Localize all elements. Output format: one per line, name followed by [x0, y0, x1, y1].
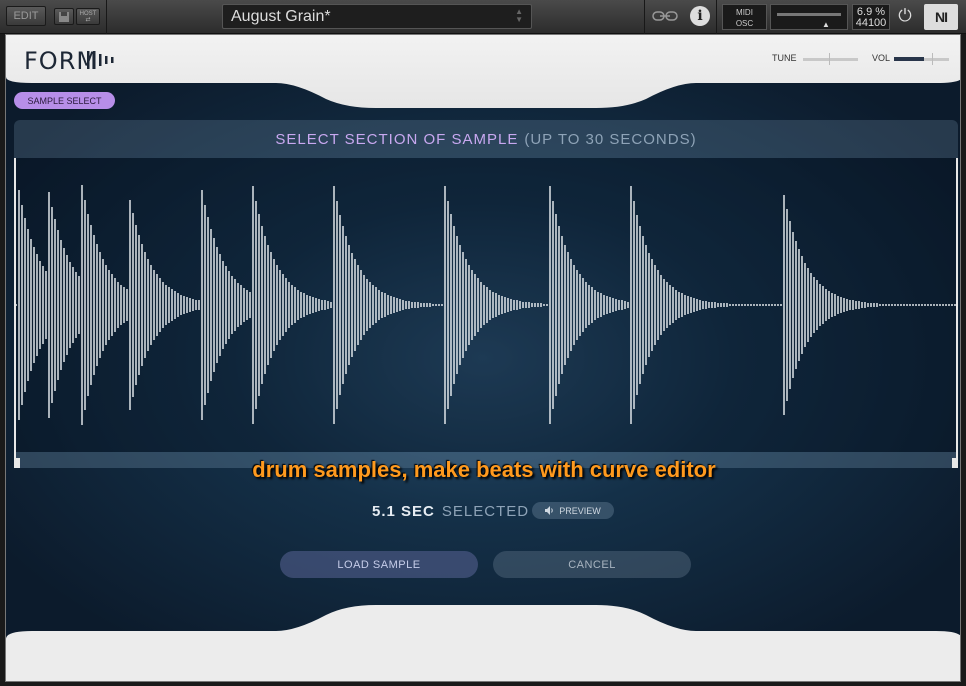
- preset-name: August Grain*: [231, 7, 331, 25]
- selection-end-handle[interactable]: [951, 158, 958, 468]
- load-sample-button[interactable]: LOAD SAMPLE: [280, 551, 478, 578]
- divider: [644, 0, 645, 34]
- waveform-path: [15, 185, 956, 425]
- meter-thumb-icon[interactable]: ▲: [822, 20, 830, 29]
- tune-label: TUNE: [772, 53, 797, 63]
- waveform-display[interactable]: [14, 158, 958, 452]
- preset-stepper-icon[interactable]: ▲ ▼: [515, 8, 523, 24]
- instrument-panel: FORM TUNE VOL SAMPLE SELECT SELECT SECTI…: [5, 34, 961, 682]
- preview-button[interactable]: PREVIEW: [532, 502, 614, 519]
- host-toolbar: EDIT HOST ⇄ August Grain* ▲ ▼ i MIDI OSC …: [0, 0, 966, 34]
- vol-tick: [932, 53, 933, 65]
- sample-select-tab[interactable]: SAMPLE SELECT: [14, 92, 115, 109]
- selection-start-handle[interactable]: [14, 158, 21, 468]
- top-header-panel: [6, 35, 960, 108]
- midi-osc-indicator[interactable]: MIDI OSC: [722, 4, 767, 30]
- divider: [106, 0, 107, 34]
- midi-label: MIDI: [736, 8, 753, 17]
- host-arrows-icon: ⇄: [85, 16, 91, 23]
- info-icon[interactable]: i: [690, 6, 710, 26]
- sample-section-header: SELECT SECTION OF SAMPLE (UP TO 30 SECON…: [14, 120, 958, 158]
- selection-readout: 5.1 SEC SELECTED: [372, 501, 529, 521]
- preset-name-field[interactable]: August Grain* ▲ ▼: [222, 4, 532, 29]
- save-icon: [59, 11, 69, 22]
- selection-text: SELECTED: [441, 502, 530, 520]
- selection-value: 5.1 SEC: [372, 502, 435, 520]
- tune-slider[interactable]: [803, 58, 858, 61]
- brand-bars-icon: [87, 51, 114, 69]
- link-icon[interactable]: [652, 9, 678, 23]
- osc-label: OSC: [735, 19, 754, 28]
- output-meter[interactable]: ▲: [770, 4, 848, 30]
- vol-slider-fill[interactable]: [894, 57, 924, 61]
- header-highlight: SELECT SECTION OF SAMPLE: [275, 130, 519, 148]
- sample-rate: 44100: [855, 17, 887, 29]
- preview-label: PREVIEW: [559, 505, 601, 516]
- speaker-icon: [545, 506, 553, 515]
- cpu-readout: 6.9 % 44100: [852, 4, 890, 30]
- save-button[interactable]: [54, 8, 74, 25]
- divider: [716, 0, 717, 34]
- waveform[interactable]: [14, 158, 958, 452]
- cancel-button[interactable]: CANCEL: [493, 551, 691, 578]
- bottom-footer-panel: [6, 605, 960, 681]
- vol-label: VOL: [872, 53, 891, 63]
- meter-track: [777, 13, 841, 16]
- tune-center-tick: [829, 53, 830, 65]
- header-dim: (UP TO 30 SECONDS): [524, 130, 697, 148]
- caption-overlay: drum samples, make beats with curve edit…: [252, 457, 716, 482]
- edit-button[interactable]: EDIT: [6, 6, 46, 26]
- ni-logo: NI: [924, 4, 958, 30]
- power-icon[interactable]: ⏻: [894, 6, 916, 28]
- host-button[interactable]: HOST ⇄: [76, 8, 100, 25]
